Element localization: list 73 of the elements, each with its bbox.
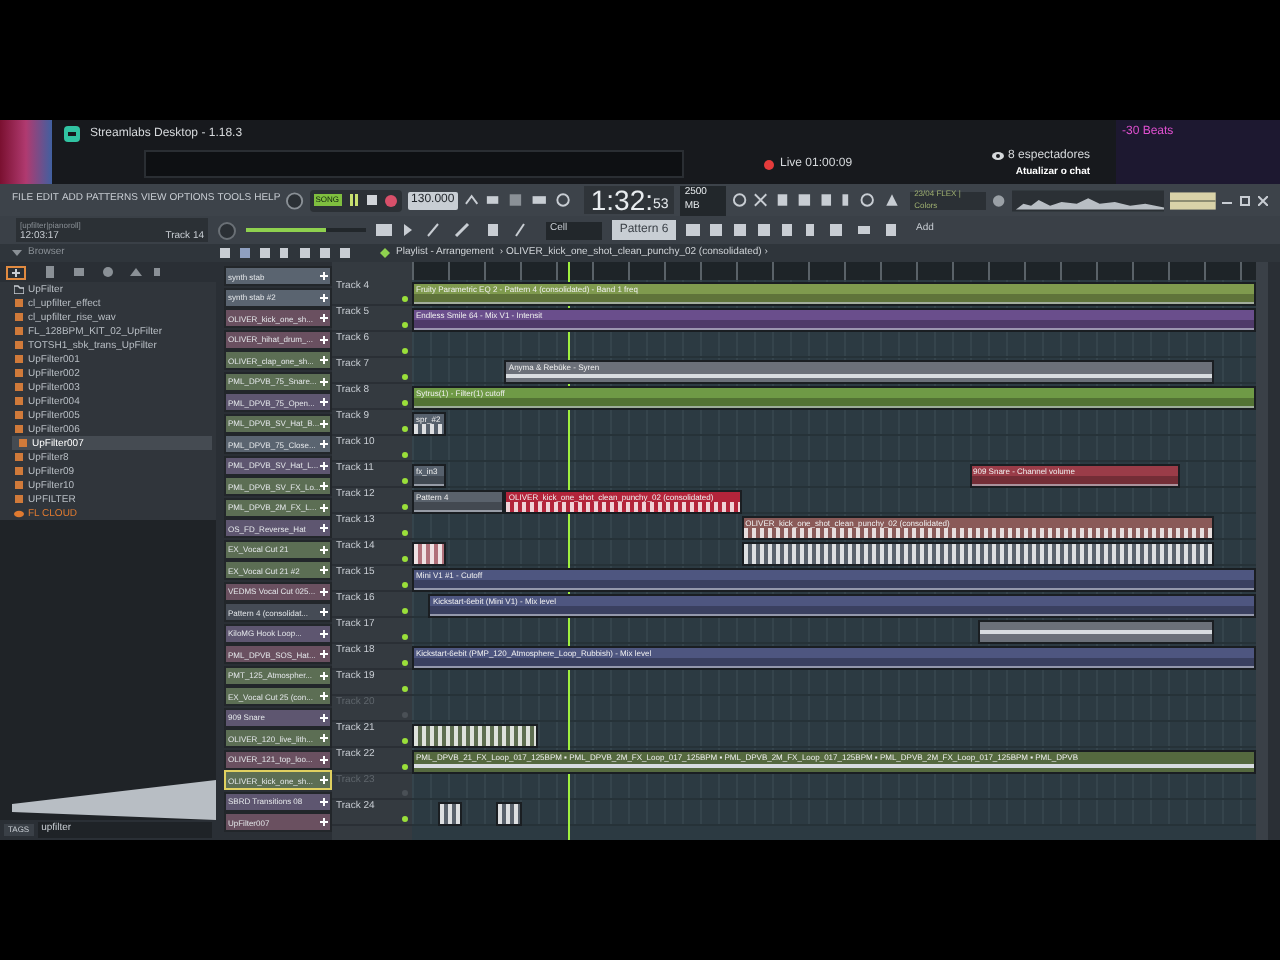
clip[interactable] xyxy=(977,619,1214,643)
track-enable-dot-icon[interactable] xyxy=(402,530,408,536)
plus-icon xyxy=(320,671,328,679)
clip[interactable] xyxy=(412,541,446,565)
clip[interactable] xyxy=(437,801,463,825)
tool-icons-drawing xyxy=(42,266,162,278)
plus-icon xyxy=(320,293,328,301)
clip[interactable] xyxy=(412,723,539,747)
plus-icon xyxy=(320,335,328,343)
track-enable-dot-icon[interactable] xyxy=(402,504,408,510)
plus-icon xyxy=(320,272,328,280)
plus-icon xyxy=(320,629,328,637)
track-enable-dot-icon[interactable] xyxy=(402,400,408,406)
arrow-icon xyxy=(12,248,22,258)
plus-icon xyxy=(320,377,328,385)
stop-icon[interactable] xyxy=(365,194,378,206)
plus-icon xyxy=(320,755,328,763)
plus-icon xyxy=(320,608,328,616)
clip[interactable] xyxy=(496,801,522,825)
pause-icon[interactable] xyxy=(347,194,360,206)
maximize-icon[interactable] xyxy=(1240,195,1251,205)
track-enable-dot-icon[interactable] xyxy=(402,348,408,354)
track-enable-dot-icon[interactable] xyxy=(402,582,408,588)
scrollbar[interactable] xyxy=(1256,262,1268,840)
timeline-ruler[interactable] xyxy=(412,262,1256,280)
live-dot-icon xyxy=(764,159,774,169)
playlist-icon xyxy=(380,248,390,258)
track-enable-dot-icon[interactable] xyxy=(402,322,408,328)
app-logo-icon xyxy=(64,126,80,142)
track-enable-dot-icon[interactable] xyxy=(402,608,408,614)
plus-icon xyxy=(320,398,328,406)
plus-icon xyxy=(320,587,328,595)
record-icon[interactable] xyxy=(383,193,398,207)
video-thumbnail xyxy=(0,120,52,184)
close-icon[interactable] xyxy=(1258,195,1269,205)
track-enable-dot-icon[interactable] xyxy=(402,426,408,432)
plus-icon xyxy=(320,356,328,364)
plus-icon xyxy=(320,461,328,469)
plus-icon xyxy=(320,818,328,826)
plus-icon xyxy=(320,734,328,742)
track-enable-dot-icon[interactable] xyxy=(402,660,408,666)
volume-meter-drawing xyxy=(1170,191,1217,209)
track-enable-dot-icon[interactable] xyxy=(402,764,408,770)
plus-icon xyxy=(320,545,328,553)
plus-icon xyxy=(320,503,328,511)
track-enable-dot-icon[interactable] xyxy=(402,738,408,744)
plus-icon xyxy=(320,482,329,490)
clip[interactable] xyxy=(741,541,1214,565)
plus-icon xyxy=(320,566,328,574)
track-enable-dot-icon[interactable] xyxy=(402,296,408,302)
plus-icon xyxy=(320,797,328,805)
plus-icon[interactable] xyxy=(6,265,26,279)
plus-icon xyxy=(320,713,328,721)
plus-icon xyxy=(320,419,328,427)
plus-icon xyxy=(320,650,328,658)
plus-icon xyxy=(320,524,328,532)
plus-icon xyxy=(320,440,328,448)
track-enable-dot-icon[interactable] xyxy=(402,686,408,692)
knob-icon[interactable] xyxy=(218,221,236,239)
track-enable-dot-icon[interactable] xyxy=(402,556,408,562)
plus-icon xyxy=(320,692,328,700)
plus-icon xyxy=(320,776,328,784)
folder-icon xyxy=(14,284,24,294)
knob-icon[interactable] xyxy=(286,191,304,209)
track-enable-dot-icon[interactable] xyxy=(402,374,408,380)
plus-icon xyxy=(320,314,328,322)
eye-icon xyxy=(992,152,1005,161)
track-enable-dot-icon[interactable] xyxy=(402,634,408,640)
song-time: 1:32: xyxy=(590,186,654,214)
track-enable-dot-icon[interactable] xyxy=(402,452,408,458)
track-enable-dot-icon[interactable] xyxy=(402,478,408,484)
track-enable-dot-icon[interactable] xyxy=(402,816,408,822)
cloud-icon xyxy=(14,508,24,518)
